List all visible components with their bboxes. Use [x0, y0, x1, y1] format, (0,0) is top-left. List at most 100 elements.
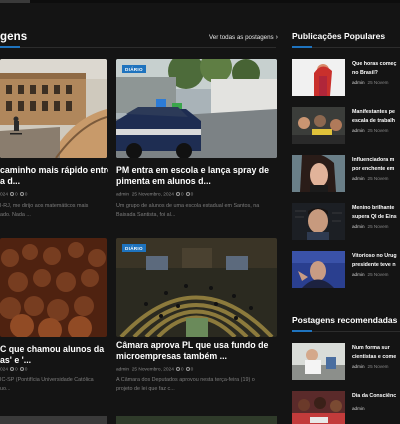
post-author[interactable]: admin: [116, 193, 129, 198]
excerpt-line-1: Um grupo de alunos de uma escola estadua…: [116, 203, 260, 209]
popular-post-title[interactable]: Influenciadora m por enchente em: [352, 156, 394, 173]
post-excerpt-cont: ado. Nada ...: [0, 211, 108, 220]
popular-post-thumbnail[interactable]: [292, 107, 345, 144]
popular-post-title[interactable]: Manifestantes pe escala de trabalh: [352, 108, 395, 125]
eye-icon: [10, 192, 15, 196]
comment-count: 0: [190, 192, 194, 198]
post-card[interactable]: DIÁRIO PM entra em escola e lança spray …: [116, 59, 280, 224]
post-title[interactable]: caminho mais rápido entre: [0, 165, 108, 177]
title-line-1[interactable]: Dia da Consciênc: [352, 393, 396, 399]
post-title[interactable]: Câmara aprova PL que usa fundo de: [116, 340, 280, 352]
post-card[interactable]: C que chamou alunos da as' e '... 024 0 0 …: [0, 238, 108, 403]
recommended-post-thumbnail[interactable]: [292, 343, 345, 380]
popular-post-meta: admin 25 Novem: [352, 176, 388, 181]
post-title-line-1[interactable]: PM entra em escola e lança spray de: [116, 165, 269, 175]
recommended-post-meta: admin: [352, 406, 368, 411]
eye-icon: [175, 192, 180, 196]
eye-icon: [10, 367, 15, 371]
section-divider: [0, 46, 276, 48]
excerpt-line-2: uo...: [0, 386, 11, 392]
next-post-thumbnail[interactable]: [116, 416, 277, 424]
post-thumbnail[interactable]: [116, 59, 277, 158]
post-thumbnail[interactable]: [116, 238, 277, 337]
title-line-2[interactable]: cientistas e come: [352, 354, 396, 360]
category-badge[interactable]: DIÁRIO: [122, 65, 146, 73]
post-author[interactable]: admin: [352, 272, 365, 277]
recommended-post-item[interactable]: Dia da Consciênc admin: [292, 391, 400, 424]
title-line-2[interactable]: presidente teve n: [352, 262, 396, 268]
popular-post-thumbnail[interactable]: [292, 251, 345, 288]
popular-post-meta: admin 25 Novem: [352, 224, 388, 229]
eye-icon: [175, 367, 180, 371]
post-meta: admin 25 Novembro, 2024 0 0: [116, 192, 193, 198]
excerpt-line-2: Baixada Santista, foi al...: [116, 212, 176, 218]
post-author[interactable]: admin: [352, 224, 365, 229]
post-author[interactable]: admin: [352, 406, 365, 411]
see-all-posts-link[interactable]: Ver todas as postagens ›: [209, 34, 278, 41]
post-author[interactable]: admin: [352, 364, 365, 369]
post-thumbnail[interactable]: [0, 59, 107, 158]
popular-post-title[interactable]: Que horas começ no Brasil?: [352, 60, 396, 77]
post-card[interactable]: DIÁRIO Câmara aprova PL que usa fundo de…: [116, 238, 280, 403]
post-card[interactable]: caminho mais rápido entre a d... 024 0 0 I…: [0, 59, 108, 224]
title-line-1[interactable]: Menino brilhante: [352, 205, 394, 211]
post-title[interactable]: C que chamou alunos da: [0, 344, 108, 356]
title-line-2[interactable]: por enchente em: [352, 166, 394, 172]
title-line-1[interactable]: Num forma sur: [352, 345, 390, 351]
recommended-post-title[interactable]: Num forma sur cientistas e come: [352, 344, 396, 361]
post-thumbnail[interactable]: [0, 238, 107, 337]
title-line-2[interactable]: no Brasil?: [352, 70, 378, 76]
post-date: 25 Novem: [367, 364, 389, 369]
title-line-2[interactable]: supera QI de Eins: [352, 214, 397, 220]
post-title-cont[interactable]: a d...: [0, 176, 108, 188]
post-title-line-2[interactable]: as' e '...: [0, 355, 31, 365]
title-line-2[interactable]: escala de trabalh: [352, 118, 395, 124]
post-date: 024: [0, 192, 9, 198]
post-title-line-1[interactable]: Câmara aprova PL que usa fundo de: [116, 340, 268, 350]
post-meta: admin 25 Novembro, 2024 0 0: [116, 367, 193, 373]
post-title-cont[interactable]: microempresas também ...: [116, 351, 280, 363]
post-title-line-2[interactable]: pimenta em alunos d...: [116, 176, 211, 186]
post-excerpt: IC-SP (Pontifícia Universidade Católica: [0, 376, 108, 385]
popular-post-thumbnail[interactable]: [292, 155, 345, 192]
popular-post-meta: admin 25 Novem: [352, 272, 388, 277]
popular-post-title[interactable]: Menino brilhante supera QI de Eins: [352, 204, 397, 221]
next-post-thumbnail[interactable]: [0, 416, 107, 424]
popular-post-item[interactable]: Que horas começ no Brasil? admin 25 Novem: [292, 59, 400, 99]
post-date: 25 Novem: [367, 224, 389, 229]
popular-post-thumbnail[interactable]: [292, 203, 345, 240]
view-count: 0: [180, 367, 184, 373]
title-line-1[interactable]: Manifestantes pe: [352, 109, 395, 115]
popular-post-item[interactable]: Influenciadora m por enchente em admin 25 …: [292, 155, 400, 195]
post-title[interactable]: PM entra em escola e lança spray de: [116, 165, 280, 177]
popular-post-item[interactable]: Manifestantes pe escala de trabalh admin 2…: [292, 107, 400, 147]
popular-post-title[interactable]: Vitorioso no Urug presidente teve n: [352, 252, 397, 269]
excerpt-line-1: I-RJ, me dirijo aos matemáticos mais: [0, 203, 89, 209]
post-author[interactable]: admin: [352, 80, 365, 85]
popular-post-item[interactable]: Vitorioso no Urug presidente teve n admin…: [292, 251, 400, 291]
post-title-line-1[interactable]: C que chamou alunos da: [0, 344, 104, 354]
post-title-cont[interactable]: pimenta em alunos d...: [116, 176, 280, 188]
post-title-line-2[interactable]: a d...: [0, 176, 20, 186]
post-author[interactable]: admin: [352, 176, 365, 181]
post-author[interactable]: admin: [116, 368, 129, 373]
title-line-1[interactable]: Vitorioso no Urug: [352, 253, 397, 259]
post-title-line-1[interactable]: caminho mais rápido entre: [0, 165, 108, 175]
post-date: 25 Novem: [367, 80, 389, 85]
post-date: 25 Novem: [367, 176, 389, 181]
category-badge[interactable]: DIÁRIO: [122, 244, 146, 252]
post-title-cont[interactable]: as' e '...: [0, 355, 108, 367]
see-all-label[interactable]: Ver todas as postagens: [209, 34, 274, 41]
recommended-post-item[interactable]: Num forma sur cientistas e come admin 25 N…: [292, 343, 400, 383]
recommended-post-title[interactable]: Dia da Consciênc: [352, 392, 396, 401]
recommended-post-thumbnail[interactable]: [292, 391, 345, 424]
title-line-1[interactable]: Que horas começ: [352, 61, 396, 67]
title-line-1[interactable]: Influenciadora m: [352, 157, 394, 163]
post-excerpt: A Câmara dos Deputados aprovou nesta ter…: [116, 376, 280, 385]
popular-post-item[interactable]: Menino brilhante supera QI de Eins admin 2…: [292, 203, 400, 243]
post-author[interactable]: admin: [352, 128, 365, 133]
post-title-line-2[interactable]: microempresas também ...: [116, 351, 227, 361]
popular-post-meta: admin 25 Novem: [352, 80, 388, 85]
popular-post-thumbnail[interactable]: [292, 59, 345, 96]
popular-post-meta: admin 25 Novem: [352, 128, 388, 133]
